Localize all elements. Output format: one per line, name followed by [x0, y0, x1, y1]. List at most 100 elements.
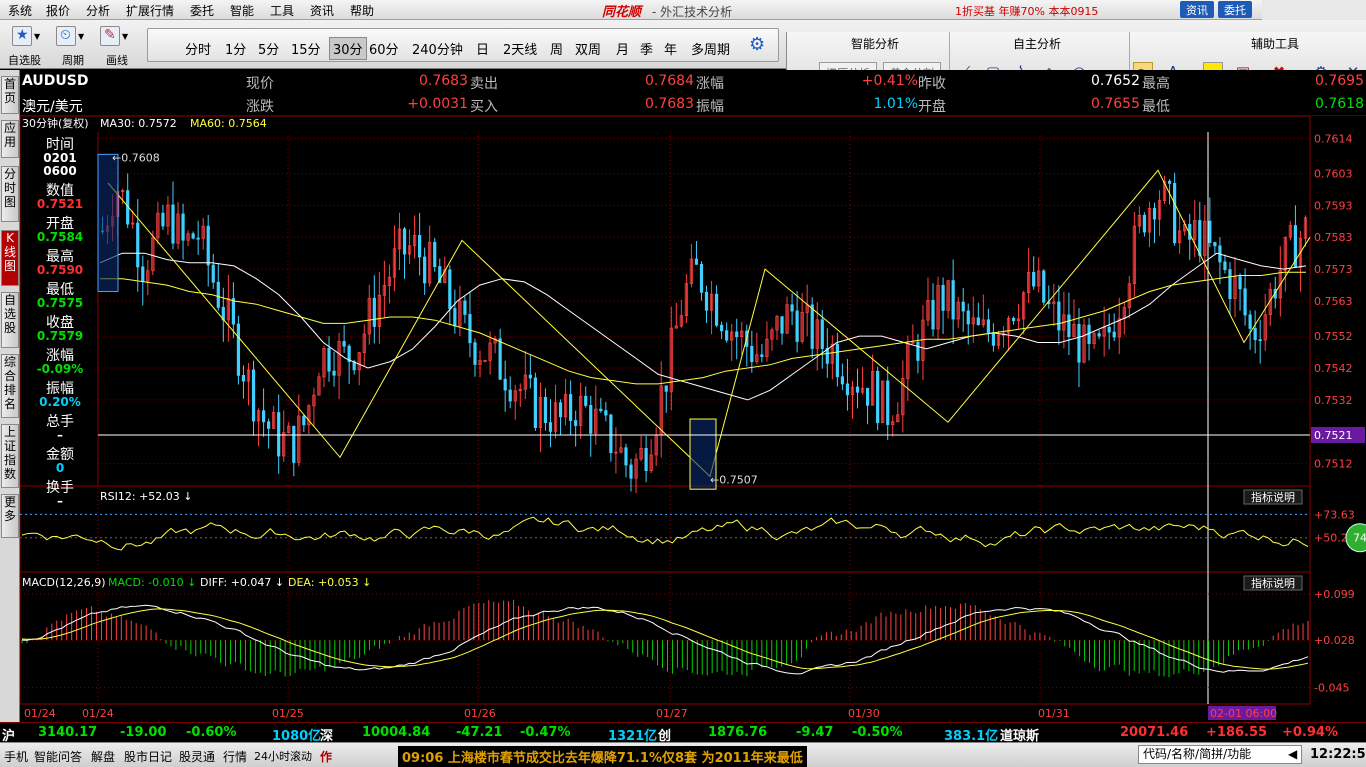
candle-body [473, 342, 477, 365]
period-60min[interactable]: 60分 [369, 39, 399, 58]
period-2day[interactable]: 2天线 [503, 39, 537, 58]
code-search-input[interactable]: 代码/名称/简拼/功能 [1138, 745, 1302, 764]
tab-shanghai-index[interactable]: 上证指数 [1, 424, 19, 488]
info-value: 0.7584 [36, 230, 84, 244]
macd-value-label: MACD: -0.010 ↓ [108, 576, 196, 589]
candle-body [548, 422, 553, 432]
news-pill[interactable]: 资讯 [1180, 1, 1214, 18]
news-ticker[interactable]: 09:06 上海楼市春节成交比去年爆降71.1%仅8套 为2011年来最低 [398, 746, 807, 767]
period-15min[interactable]: 15分 [291, 39, 321, 58]
smart-analysis-head[interactable]: 智能分析 [851, 35, 899, 52]
candle-body [543, 396, 548, 424]
candle-body [292, 425, 296, 463]
candle-body [1208, 220, 1212, 243]
menu-system[interactable]: 系统 [8, 2, 32, 19]
self-analysis-head[interactable]: 自主分析 [1013, 35, 1061, 52]
time-axis-label: 02-01 06:00 [1210, 707, 1277, 720]
candle-body [1077, 323, 1081, 363]
candle-body [1097, 333, 1101, 337]
period-30min[interactable]: 30分 [329, 37, 367, 60]
period-month[interactable]: 月 [616, 39, 629, 58]
index-field: 1876.76 [708, 725, 768, 740]
period-5min[interactable]: 5分 [258, 39, 279, 58]
period-tick[interactable]: 分时 [185, 39, 211, 58]
kline-chart[interactable]: 30分钟(复权) MA30: 0.7572 MA60: 0.7564 0.7614 0.… [20, 116, 1366, 722]
rsi-line [21, 516, 1309, 551]
candle-body [141, 266, 145, 282]
candle-body [725, 330, 729, 341]
candle-body [845, 383, 850, 396]
candle-body [820, 319, 824, 349]
tab-timeshare[interactable]: 分时图 [1, 166, 19, 222]
tab-kline[interactable]: K线图 [1, 230, 19, 286]
ma30-label: MA30: 0.7572 [100, 117, 177, 130]
info-value: 0.20% [39, 395, 81, 409]
menu-smart[interactable]: 智能 [230, 2, 254, 19]
info-value: 0.7590 [36, 263, 84, 277]
candle-body [735, 331, 739, 338]
menu-quote[interactable]: 报价 [46, 2, 70, 19]
period-quarter[interactable]: 季 [640, 39, 653, 58]
tab-home[interactable]: 首页 [1, 76, 19, 114]
candle-body [533, 377, 537, 428]
macd-tick: +0.099 [1314, 588, 1355, 601]
high-box [97, 153, 119, 292]
period-day[interactable]: 日 [476, 39, 489, 58]
low-marker-label: ←0.7507 [710, 474, 758, 487]
candle-body [1213, 242, 1217, 247]
price-tick: 0.7614 [1314, 132, 1353, 145]
status-commentary[interactable]: 解盘 [91, 748, 115, 765]
tab-more[interactable]: 更多 [1, 494, 19, 538]
period-settings-gear-icon[interactable]: ⚙ [749, 34, 765, 55]
period-multi[interactable]: 多周期 [691, 39, 730, 58]
menu-help[interactable]: 帮助 [350, 2, 374, 19]
candle-body [503, 378, 507, 391]
status-qa[interactable]: 智能问答 [34, 748, 82, 765]
candle-body [372, 297, 376, 327]
candle-body [332, 370, 336, 376]
time-axis-label: 01/27 [656, 707, 688, 720]
price-tick: 0.7542 [1314, 362, 1353, 375]
tab-watchlist[interactable]: 自选股 [1, 292, 19, 348]
buy-label: 买入 [470, 99, 498, 115]
sell-value: 0.7684 [645, 73, 694, 89]
period-biweek[interactable]: 双周 [575, 39, 601, 58]
period-clock-icon[interactable]: ⏲ [56, 26, 76, 46]
status-mobile[interactable]: 手机 [4, 748, 28, 765]
status-24h[interactable]: 24小时滚动 [254, 748, 312, 764]
tab-ranking[interactable]: 综合排名 [1, 354, 19, 418]
low-label: 最低 [1142, 99, 1170, 115]
index-field: -9.47 [796, 725, 834, 740]
tab-apps[interactable]: 应用 [1, 120, 19, 158]
order-pill[interactable]: 委托 [1218, 1, 1252, 18]
candle-body [181, 213, 185, 241]
status-quotes[interactable]: 行情 [223, 748, 247, 765]
candle-body [810, 304, 814, 349]
period-1min[interactable]: 1分 [225, 39, 246, 58]
dea-line [21, 608, 1309, 670]
candle-body [402, 228, 407, 255]
status-diary[interactable]: 股市日记 [124, 748, 172, 765]
menu-news[interactable]: 资讯 [310, 2, 334, 19]
price-tick: 0.7583 [1314, 231, 1353, 244]
watchlist-star-icon[interactable]: ★ [12, 26, 32, 46]
search-dropdown-icon[interactable]: ◀ [1288, 747, 1297, 761]
candle-body [790, 304, 794, 312]
period-week[interactable]: 周 [550, 39, 563, 58]
macd-explain-label: 指标说明 [1251, 576, 1295, 590]
candle-body [855, 386, 860, 393]
candle-body [528, 374, 532, 379]
promo-link[interactable]: 1折买基 年赚70% 本本0915 [955, 3, 1098, 19]
period-year[interactable]: 年 [664, 39, 677, 58]
menu-extended-quote[interactable]: 扩展行情 [126, 2, 174, 19]
status-linker[interactable]: 股灵通 [179, 748, 215, 765]
draw-pen-icon[interactable]: ✎ [100, 26, 120, 46]
menu-order[interactable]: 委托 [190, 2, 214, 19]
candle-body [966, 310, 970, 325]
aux-tools-head[interactable]: 辅助工具 [1251, 35, 1299, 52]
candle-body [1067, 314, 1071, 337]
menu-bar: 系统 报价 分析 扩展行情 委托 智能 工具 资讯 帮助 同花顺 - 外汇技术分… [0, 0, 1366, 20]
period-240min[interactable]: 240分钟 [412, 39, 463, 58]
menu-analysis[interactable]: 分析 [86, 2, 110, 19]
menu-tools[interactable]: 工具 [270, 2, 294, 19]
